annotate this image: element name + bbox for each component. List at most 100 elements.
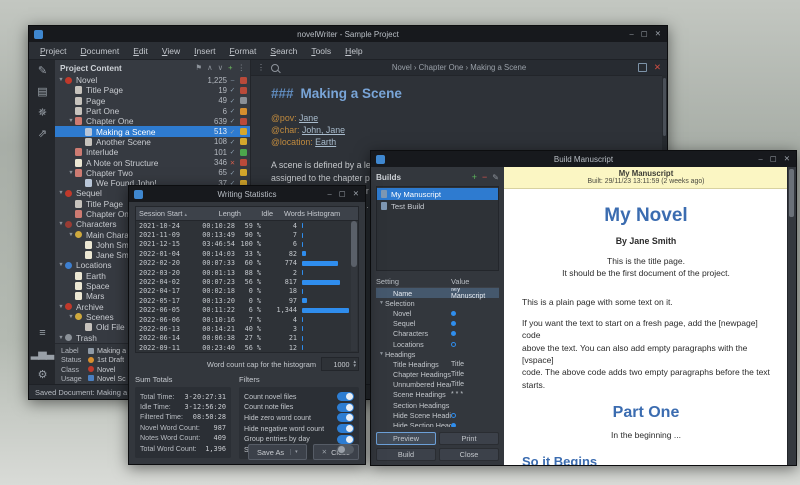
tree-row[interactable]: ▼ Novel 1,225 – — [55, 75, 250, 85]
setting-caret-icon[interactable]: ▼ — [378, 351, 385, 357]
filter-toggle[interactable] — [337, 403, 354, 412]
remove-build-icon[interactable]: − — [482, 173, 487, 182]
menu-item[interactable]: Tools — [304, 46, 338, 56]
setting-row[interactable]: Sequel — [376, 319, 499, 329]
scrollbar-thumb[interactable] — [789, 169, 794, 217]
setting-row[interactable]: Section Headings — [376, 400, 499, 410]
menu-item[interactable]: Insert — [187, 46, 222, 56]
spin-down-icon[interactable]: ▼ — [353, 364, 357, 369]
stats-icon[interactable]: ▂▅▃ — [31, 349, 53, 360]
menu-item[interactable]: View — [155, 46, 187, 56]
setting-row[interactable]: Characters — [376, 329, 499, 339]
active-checkbox[interactable]: ✓ — [227, 148, 238, 156]
setting-caret-icon[interactable]: ▼ — [378, 300, 385, 306]
save-as-button[interactable]: Save As▾ — [248, 444, 307, 460]
active-checkbox[interactable]: ✓ — [227, 117, 238, 125]
active-checkbox[interactable]: – — [227, 77, 238, 84]
col-length[interactable]: Length — [196, 209, 244, 218]
tree-row[interactable]: Page 49 ✓ — [55, 96, 250, 106]
setting-row[interactable]: Unnumbered Headings Title — [376, 380, 499, 390]
menu-item[interactable]: Edit — [126, 46, 155, 56]
close-button[interactable]: ✕ — [784, 155, 790, 163]
tree-caret-icon[interactable]: ▼ — [67, 232, 75, 238]
tree-row[interactable]: Title Page 19 ✓ — [55, 85, 250, 95]
tree-row[interactable]: A Note on Structure 346 ✕ — [55, 157, 250, 167]
outline-icon[interactable]: ▤ — [37, 87, 46, 98]
flag-icon[interactable]: ⚑ — [195, 64, 202, 72]
add-item-icon[interactable]: + — [228, 64, 232, 72]
add-build-icon[interactable]: + — [472, 173, 477, 182]
setting-row[interactable]: Novel — [376, 308, 499, 318]
active-checkbox[interactable]: ✕ — [227, 159, 238, 167]
filter-toggle[interactable] — [337, 435, 354, 444]
minimize-button[interactable]: – — [327, 190, 331, 198]
filter-toggle[interactable] — [337, 445, 354, 454]
build-list-item[interactable]: Test Build — [377, 200, 498, 212]
col-session-start[interactable]: Session Start ▴ — [136, 209, 196, 218]
active-checkbox[interactable]: ✓ — [227, 128, 238, 136]
tree-caret-icon[interactable]: ▼ — [57, 335, 65, 341]
tree-caret-icon[interactable]: ▼ — [67, 170, 75, 176]
cap-value[interactable]: 1000 — [322, 360, 353, 369]
list-icon[interactable]: ≡ — [39, 328, 44, 339]
active-checkbox[interactable]: ✓ — [227, 86, 238, 94]
table-scrollbar[interactable] — [351, 221, 357, 351]
minimize-button[interactable]: – — [758, 155, 762, 163]
tree-caret-icon[interactable]: ▼ — [57, 304, 65, 310]
stats-titlebar[interactable]: Writing Statistics –▢✕ — [129, 186, 365, 202]
build-action-button[interactable]: Close — [439, 448, 499, 461]
col-words-histogram[interactable]: Words Histogram — [276, 209, 358, 218]
expand-all-icon[interactable]: ∨ — [218, 64, 224, 72]
tree-caret-icon[interactable]: ▼ — [67, 118, 75, 124]
tree-row[interactable]: Making a Scene 513 ✓ — [55, 126, 250, 136]
build-list-item[interactable]: My Manuscript — [377, 188, 498, 200]
meta-value[interactable]: Jane — [299, 113, 318, 123]
tree-caret-icon[interactable]: ▼ — [57, 221, 65, 227]
tree-row[interactable]: ▼ Chapter Two 65 ✓ — [55, 168, 250, 178]
active-checkbox[interactable]: ✓ — [227, 138, 238, 146]
setting-row[interactable]: Chapter Headings Title — [376, 370, 499, 380]
tree-caret-icon[interactable]: ▼ — [67, 314, 75, 320]
active-checkbox[interactable]: ✓ — [227, 169, 238, 177]
setting-row[interactable]: Name My Manuscript — [376, 288, 499, 298]
editor-menu-icon[interactable]: ⋮ — [257, 63, 265, 72]
close-button[interactable]: ✕ — [655, 30, 661, 38]
build-action-button[interactable]: Print — [439, 432, 499, 445]
settings-gear-icon[interactable]: ⚙ — [38, 370, 47, 381]
col-idle[interactable]: Idle — [244, 209, 276, 218]
meta-value[interactable]: John, Jane — [302, 125, 345, 135]
collapse-all-icon[interactable]: ∧ — [207, 64, 213, 72]
main-titlebar[interactable]: novelWriter - Sample Project –▢✕ — [29, 26, 667, 42]
scrollbar-thumb[interactable] — [351, 221, 357, 267]
editor-maximize-icon[interactable] — [638, 63, 647, 72]
tree-row[interactable]: ▼ Chapter One 639 ✓ — [55, 116, 250, 126]
novel-details-icon[interactable]: ✵ — [38, 108, 46, 119]
tree-row[interactable]: Part One 6 ✓ — [55, 106, 250, 116]
setting-row[interactable]: Locations — [376, 339, 499, 349]
menu-item[interactable]: Document — [73, 46, 126, 56]
cap-spinner[interactable]: 1000 ▲▼ — [321, 357, 359, 371]
build-action-button[interactable]: Preview — [376, 432, 436, 445]
setting-row[interactable]: Scene Headings * * * — [376, 390, 499, 400]
more-options-icon[interactable]: ⋮ — [238, 64, 246, 72]
setting-row[interactable]: ▼ Headings — [376, 349, 499, 359]
tree-row[interactable]: Another Scene 108 ✓ — [55, 137, 250, 147]
preview-scrollbar[interactable] — [787, 167, 796, 465]
build-action-button[interactable]: Build — [376, 448, 436, 461]
search-icon[interactable] — [271, 64, 279, 72]
minimize-button[interactable]: – — [629, 30, 633, 38]
close-button[interactable]: ✕ — [353, 190, 359, 198]
maximize-button[interactable]: ▢ — [770, 155, 777, 163]
setting-row[interactable]: Hide Section Headings — [376, 420, 499, 427]
menu-item[interactable]: Search — [263, 46, 304, 56]
build-titlebar[interactable]: Build Manuscript –▢✕ — [371, 151, 796, 167]
meta-value[interactable]: Earth — [315, 137, 336, 147]
menu-item[interactable]: Format — [222, 46, 263, 56]
menu-item[interactable]: Project — [33, 46, 73, 56]
edit-build-icon[interactable]: ✎ — [492, 174, 499, 182]
filter-toggle[interactable] — [337, 424, 354, 433]
tree-caret-icon[interactable]: ▼ — [57, 190, 65, 196]
active-checkbox[interactable]: ✓ — [227, 107, 238, 115]
editor-close-icon[interactable]: ✕ — [654, 63, 661, 72]
maximize-button[interactable]: ▢ — [339, 190, 346, 198]
